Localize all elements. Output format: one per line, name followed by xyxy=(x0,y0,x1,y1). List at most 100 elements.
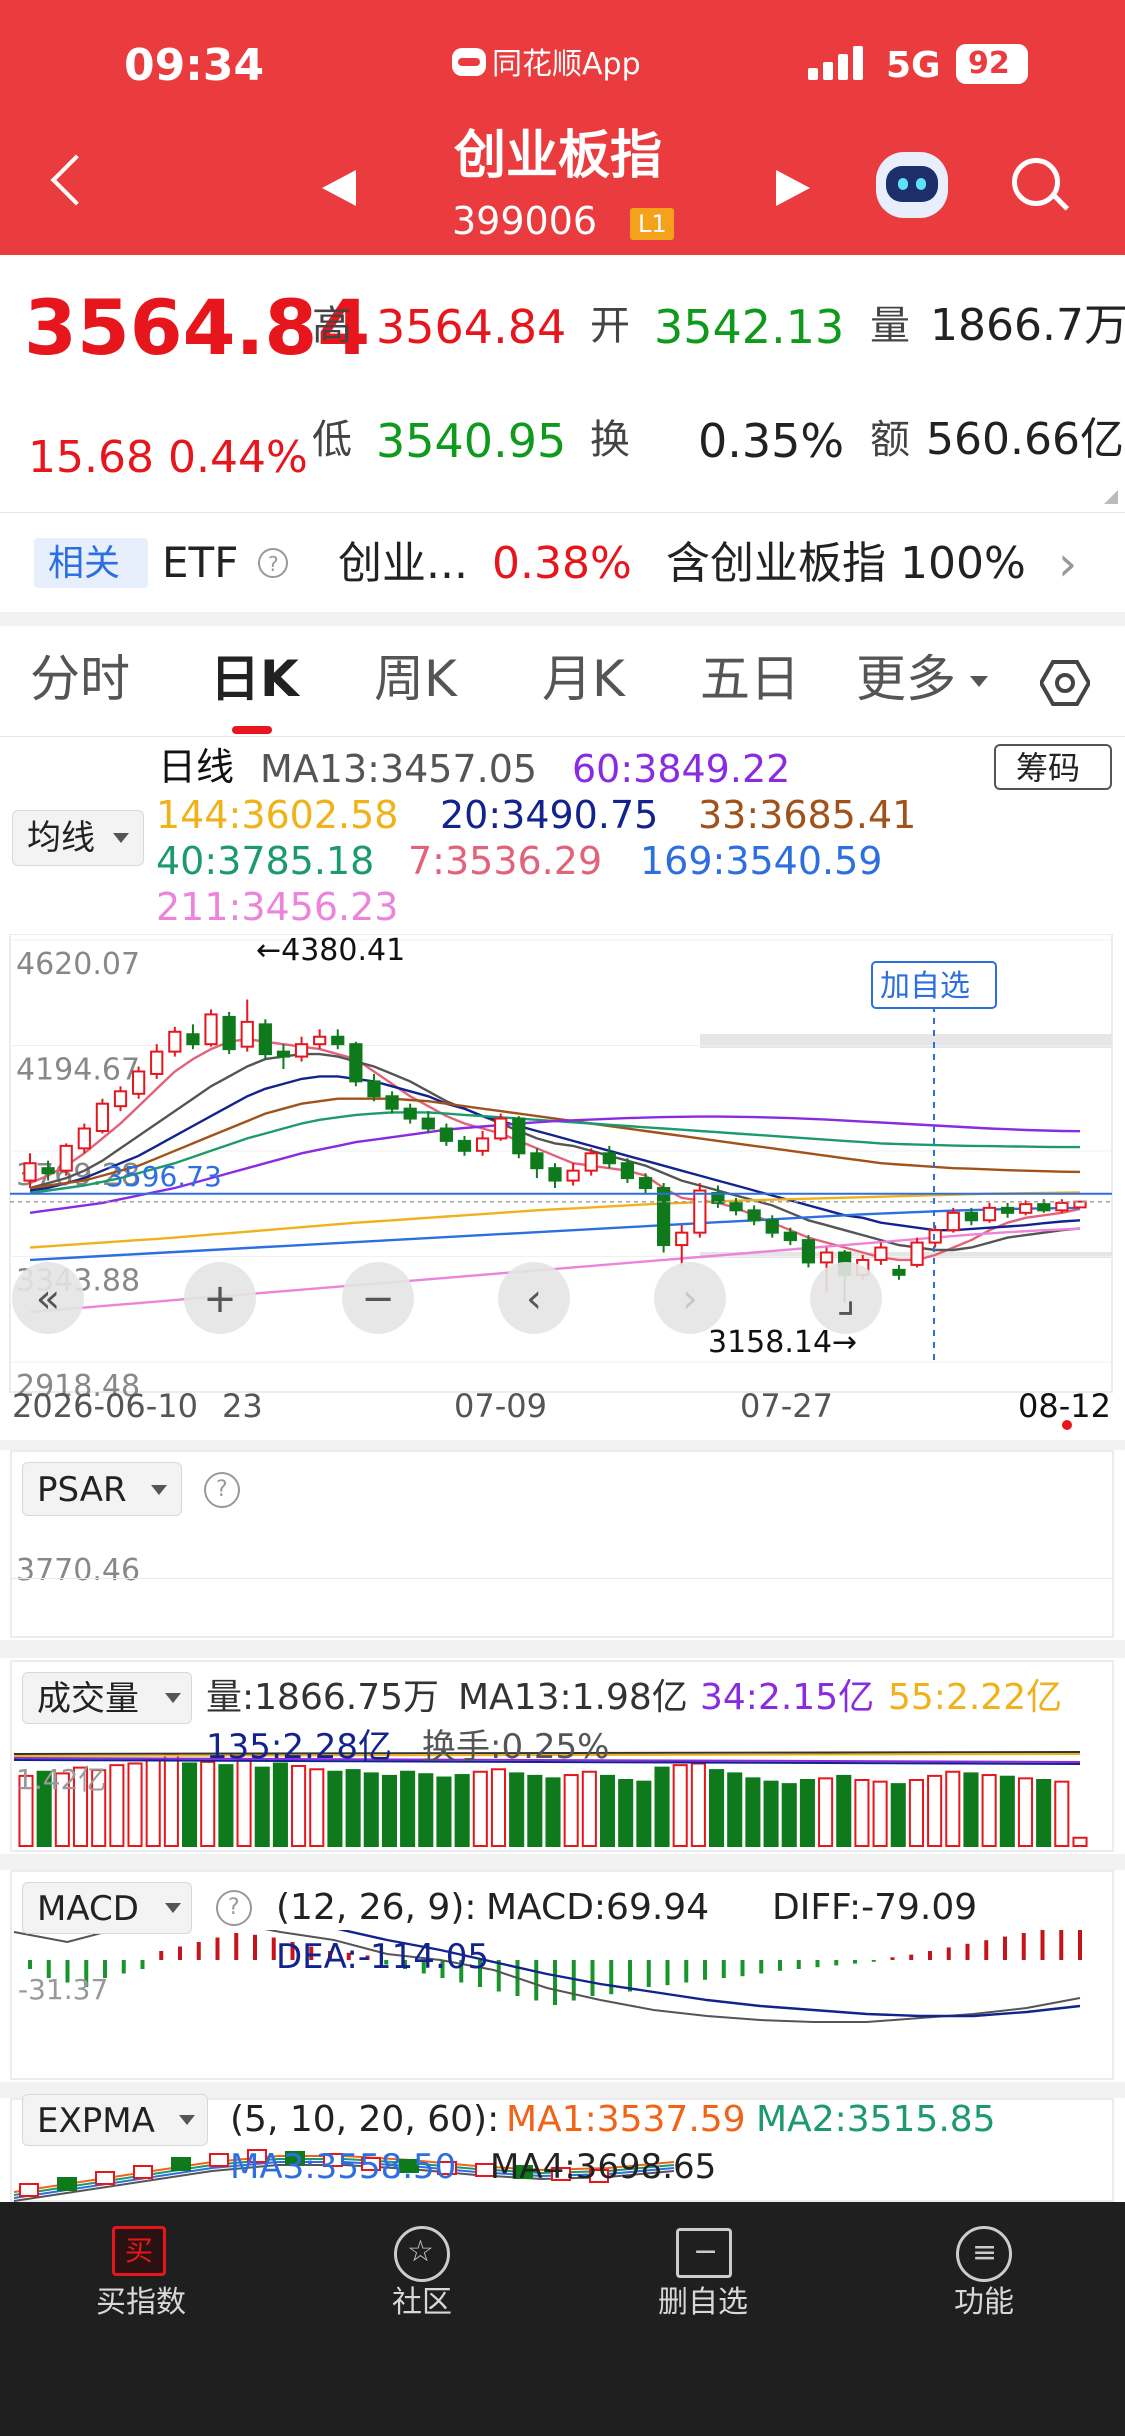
volume-bar xyxy=(872,1780,888,1847)
remove-watch-icon: − xyxy=(676,2228,732,2278)
ma-period-label: 日线 xyxy=(158,745,235,789)
search-icon[interactable] xyxy=(1012,158,1070,214)
app-header: 09:34 同花顺App 5G 92 创业板指 399006 L1 xyxy=(0,0,1125,255)
volume-bar xyxy=(1072,1836,1088,1847)
candle-body xyxy=(77,1127,91,1150)
volume-bar xyxy=(927,1774,943,1847)
candle-body xyxy=(294,1043,309,1058)
nav-community[interactable]: ☆ 社区 xyxy=(362,2222,482,2332)
ma-row-2-1: 7:3536.29 xyxy=(408,839,603,883)
candle-body xyxy=(1037,1203,1051,1212)
ma-selector[interactable]: 均线 xyxy=(12,810,144,866)
candle-body xyxy=(222,1015,236,1051)
back-arrow-icon[interactable] xyxy=(50,154,102,206)
ma-line-20 xyxy=(29,1075,1081,1232)
info-icon[interactable]: ? xyxy=(258,548,288,578)
tab-more[interactable]: 更多 xyxy=(856,654,956,704)
dropdown-icon xyxy=(179,2115,195,2125)
tab-fenshi[interactable]: 分时 xyxy=(30,654,130,704)
settings-icon[interactable] xyxy=(1038,660,1092,706)
expma-ma1: MA1:3537.59 xyxy=(506,2099,746,2140)
tab-five-day[interactable]: 五日 xyxy=(700,654,800,704)
expma-candle xyxy=(57,2177,77,2191)
expma-ma2: MA2:3515.85 xyxy=(756,2099,996,2140)
chart-nav-icon: › xyxy=(682,1276,698,1322)
volume-value: 1866.7万 xyxy=(930,300,1125,351)
volume-bar xyxy=(272,1762,288,1847)
candle-body xyxy=(240,1020,254,1048)
level-badge: L1 xyxy=(630,208,674,240)
help-icon[interactable]: ? xyxy=(204,1472,240,1508)
more-dropdown-icon xyxy=(970,676,988,687)
nav-functions[interactable]: ≡ 功能 xyxy=(930,2222,1040,2332)
status-time: 09:34 xyxy=(124,40,265,91)
candle-body xyxy=(168,1030,182,1053)
chips-button[interactable]: 筹码 xyxy=(994,744,1112,790)
candle-body xyxy=(566,1169,580,1182)
candle-body xyxy=(403,1107,417,1120)
turnover-value: 0.35% xyxy=(698,414,845,468)
robot-assistant-icon[interactable] xyxy=(876,152,948,218)
open-value: 3542.13 xyxy=(654,300,845,354)
volume-bar xyxy=(418,1773,434,1847)
turnover-label: 换 xyxy=(590,417,630,463)
low-label: 低 xyxy=(312,417,352,463)
chart-nav-icon: ⌟ xyxy=(837,1276,856,1322)
volume-bar xyxy=(636,1780,652,1847)
volume-bar xyxy=(454,1774,470,1847)
volume-bar xyxy=(945,1770,961,1847)
vol-line1-2: 34:2.15亿 xyxy=(700,1677,875,1718)
expand-corner-icon[interactable] xyxy=(1104,490,1118,504)
ma-line-7 xyxy=(29,1037,1081,1262)
candle-body xyxy=(982,1206,997,1222)
low-value: 3540.95 xyxy=(376,414,567,468)
candle-body xyxy=(512,1117,526,1155)
help-icon[interactable]: ? xyxy=(216,1890,252,1926)
volume-axis-label: 1.42亿 xyxy=(16,1763,107,1796)
x-label-2: 07-09 xyxy=(454,1387,547,1425)
volume-bar xyxy=(163,1754,179,1847)
next-index-icon[interactable] xyxy=(776,170,810,206)
price-change: 15.68 xyxy=(28,432,154,483)
battery-level: 92 xyxy=(968,46,1010,81)
related-tag: 相关 xyxy=(34,538,148,588)
ma-row-1-0: 144:3602.58 xyxy=(156,793,399,837)
macd-dea: DEA:-114.05 xyxy=(276,1937,490,1977)
candle-body xyxy=(385,1095,399,1110)
expma-selector[interactable]: EXPMA xyxy=(22,2094,208,2146)
volume-bar xyxy=(908,1779,924,1847)
volume-bar xyxy=(818,1777,834,1847)
vol-line2-0: 135:2.28亿 xyxy=(206,1727,393,1767)
candle-body xyxy=(59,1144,73,1172)
volume-bar xyxy=(599,1774,616,1847)
volume-bar xyxy=(890,1783,906,1847)
candle-body xyxy=(313,1035,327,1046)
candle-body xyxy=(530,1152,544,1170)
prev-index-icon[interactable] xyxy=(322,170,356,206)
kline-chart[interactable]: 4620.074194.673769.283343.882918.483596.… xyxy=(0,934,1125,1404)
psar-selector[interactable]: PSAR xyxy=(22,1462,182,1516)
open-label: 开 xyxy=(590,303,630,349)
candle-body xyxy=(638,1177,653,1190)
tab-weekly-k[interactable]: 周K xyxy=(374,654,457,704)
ma-row-0-1: 60:3849.22 xyxy=(572,747,791,791)
buy-icon: 买 xyxy=(112,2226,166,2276)
nav-buy[interactable]: 买 买指数 xyxy=(60,2222,220,2332)
volume-bar xyxy=(854,1779,870,1847)
nav-remove-watch[interactable]: − 删自选 xyxy=(640,2222,770,2332)
psar-axis-label: 3770.46 xyxy=(16,1553,141,1588)
amount-value: 560.66亿 xyxy=(926,414,1124,465)
volume-bar xyxy=(563,1774,579,1847)
volume-bar xyxy=(781,1783,797,1847)
candle-body xyxy=(367,1080,381,1098)
macd-selector[interactable]: MACD xyxy=(22,1882,192,1934)
tab-daily-k[interactable]: 日K xyxy=(210,654,299,704)
candle-body xyxy=(602,1152,616,1165)
candle-body xyxy=(729,1201,743,1212)
tab-monthly-k[interactable]: 月K xyxy=(542,654,625,704)
volume-label: 量 xyxy=(870,303,910,349)
volume-bar xyxy=(963,1772,979,1847)
etf-name: 创业... xyxy=(338,538,468,589)
candle-body xyxy=(113,1090,128,1108)
volume-bar xyxy=(545,1777,561,1847)
